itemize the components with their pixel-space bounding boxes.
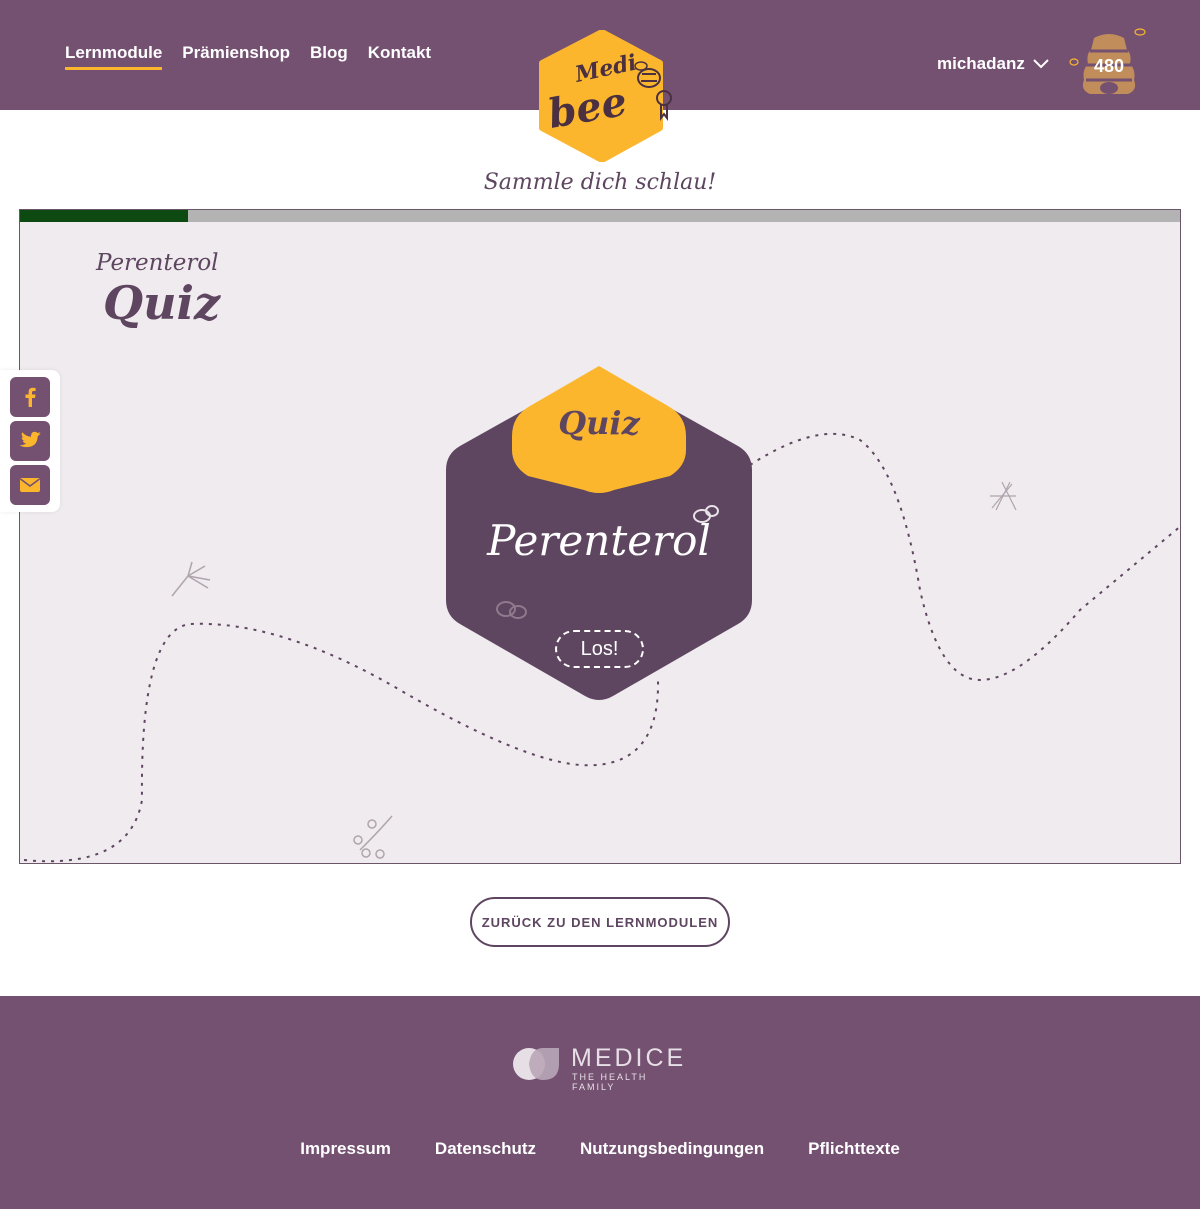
tagline: Sammle dich schlau!: [483, 170, 717, 195]
card-badge: Quiz: [558, 404, 640, 442]
medice-brand: MEDICE: [571, 1044, 687, 1072]
mail-icon: [20, 478, 40, 492]
email-share-button[interactable]: [10, 465, 50, 505]
nav-lernmodule[interactable]: Lernmodule: [65, 43, 163, 70]
nav-kontakt[interactable]: Kontakt: [368, 43, 431, 70]
site-header: Lernmodule Prämienshop Blog Kontakt Medi…: [0, 0, 1200, 162]
medice-tagline: THE HEALTH FAMILY: [572, 1072, 648, 1092]
points-count: 480: [1093, 56, 1125, 76]
nav-blog[interactable]: Blog: [310, 43, 348, 70]
footer-link-impressum[interactable]: Impressum: [300, 1139, 391, 1159]
start-button[interactable]: Los!: [555, 630, 644, 668]
site-footer: MEDICE THE HEALTH FAMILY Impressum Daten…: [0, 996, 1200, 1209]
twitter-icon: [19, 431, 41, 448]
footer-link-nutzungsbedingungen[interactable]: Nutzungsbedingungen: [580, 1139, 764, 1159]
medice-logo[interactable]: MEDICE THE HEALTH FAMILY: [513, 1044, 693, 1092]
back-to-modules-button[interactable]: ZURÜCK ZU DEN LERNMODULEN: [470, 897, 730, 947]
footer-link-pflichttexte[interactable]: Pflichttexte: [808, 1139, 900, 1159]
facebook-icon: [25, 387, 36, 407]
quiz-subtitle: Perenterol: [96, 250, 219, 276]
twitter-share-button[interactable]: [10, 421, 50, 461]
chevron-down-icon: [1033, 59, 1049, 69]
quiz-heading: Perenterol Quiz: [96, 250, 220, 330]
module-frame: Perenterol Quiz Quiz Perenterol Los!: [19, 209, 1181, 864]
username: michadanz: [937, 54, 1025, 73]
dandelion-icon: [171, 561, 211, 597]
footer-link-datenschutz[interactable]: Datenschutz: [435, 1139, 536, 1159]
card-title: Perenterol: [487, 516, 711, 565]
quiz-title: Quiz: [103, 276, 221, 330]
facebook-share-button[interactable]: [10, 377, 50, 417]
branch-icon: [353, 815, 393, 859]
main-nav: Lernmodule Prämienshop Blog Kontakt: [65, 43, 431, 70]
user-menu[interactable]: michadanz: [937, 54, 1049, 74]
share-bar: [0, 370, 60, 512]
medice-mark-icon: [513, 1048, 559, 1080]
seed-icon: [990, 481, 1017, 511]
quiz-card[interactable]: Quiz Perenterol Los!: [446, 366, 752, 704]
medibee-logo[interactable]: Medi bee: [537, 30, 677, 162]
footer-links: Impressum Datenschutz Nutzungsbedingunge…: [0, 1139, 1200, 1159]
nav-praemienshop[interactable]: Prämienshop: [182, 43, 290, 70]
